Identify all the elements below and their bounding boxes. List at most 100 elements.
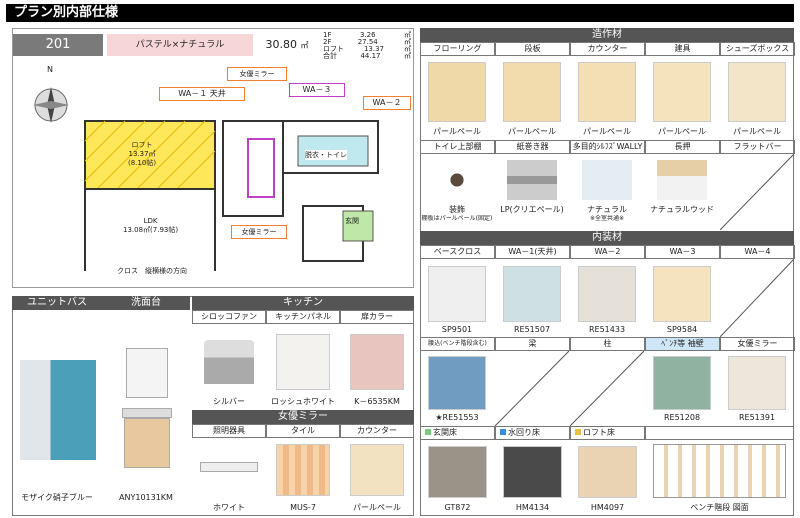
cross-direction-label: クロス 縦横様の方向 (117, 267, 187, 275)
kitchen-swatch (276, 334, 330, 390)
naiso-label: 腰込(ベンチ階段含む) (420, 337, 495, 351)
vanity-photo (120, 348, 174, 474)
unitbath-caption: モザイク硝子ブルー (21, 493, 93, 502)
zosaku-label: 建具 (645, 42, 720, 56)
zosaku-swatch (653, 62, 711, 122)
naiso-swatch (578, 446, 637, 498)
joyu-label: タイル (266, 424, 340, 438)
zosaku-item-photo (582, 160, 632, 200)
empty-cell-slash (720, 154, 794, 230)
naiso-swatch (503, 266, 561, 322)
area-total-value: 30.80 (265, 38, 298, 51)
naiso-label: 女優ミラー (720, 337, 795, 351)
compass-north-label: N (47, 65, 53, 74)
legend-dot (500, 429, 506, 435)
callout-wa1: WA－１ 天井 (159, 87, 245, 101)
zosaku-caption: パールペール (733, 127, 781, 136)
genkan-label: 玄関 (345, 217, 359, 225)
zosaku-label: 長押 (645, 140, 720, 154)
joyu-swatch (350, 444, 404, 496)
zosaku-item-photo (432, 160, 482, 200)
kitchen-caption: K－6535KM (354, 397, 400, 406)
naiso-caption: RE51507 (513, 325, 551, 334)
zosaku-swatch (578, 62, 636, 122)
naiso-swatch (653, 266, 711, 322)
naiso-caption: RE51208 (663, 413, 701, 422)
naiso-label (645, 426, 794, 440)
zosaku-swatch (728, 62, 786, 122)
naiso-label: 梁 (495, 337, 570, 351)
area-row: 合計 44.17 ㎡ (323, 52, 411, 60)
naiso-caption: RE51391 (738, 413, 776, 422)
naiso-caption: SP9584 (666, 325, 698, 334)
naiso-label-text: 玄関床 (433, 428, 457, 437)
page-title: プラン別内部仕様 (6, 4, 794, 22)
empty-cell-slash (495, 351, 569, 426)
area-total: 30.80 ㎡ (255, 34, 319, 56)
empty-cell-slash (720, 259, 794, 337)
empty-cell-slash (570, 351, 644, 426)
naiso-label: 水回り床 (495, 426, 570, 440)
naiso-label: WA－3 (645, 245, 720, 259)
kitchen-label: シロッコファン (192, 310, 266, 324)
callout-mirror-top: 女優ミラー (227, 67, 287, 81)
zosaku-label: シューズボックス (720, 42, 795, 56)
bath-label: 脱衣・トイレ (305, 150, 347, 160)
unitbath-photo (20, 360, 96, 460)
naiso-label: ベースクロス (420, 245, 495, 259)
zosaku-label: カウンター (570, 42, 645, 56)
zosaku-label: 段板 (495, 42, 570, 56)
kitchen-label: キッチンパネル (266, 310, 340, 324)
zosaku-item-photo (657, 160, 707, 200)
zosaku-caption: LP(クリエペール) (500, 205, 564, 214)
room-number: 201 (13, 34, 103, 56)
callout-mirror-bottom: 女優ミラー (231, 225, 287, 239)
zosaku-caption: パールペール (508, 127, 556, 136)
callout-wa2: WA－２ (363, 96, 411, 110)
naiso-swatch (428, 446, 487, 498)
joyu-caption: パールペール (353, 503, 401, 512)
joyu-caption: MUS-7 (290, 503, 316, 512)
joyu-caption: ホワイト (213, 503, 245, 512)
naiso-caption: HM4134 (515, 503, 550, 512)
naiso-caption: RE51433 (588, 325, 626, 334)
naiso-label: 柱 (570, 337, 645, 351)
zosaku-header: 造作材 (420, 28, 794, 42)
zosaku-item-photo (507, 160, 557, 200)
naiso-header: 内装材 (420, 231, 794, 245)
ldk-label: LDK 13.08㎡(7.93帖) (123, 217, 179, 234)
bench-stair-drawing (653, 444, 786, 498)
zosaku-label: トイレ上部棚 (420, 140, 495, 154)
rangehood-photo (204, 340, 254, 384)
naiso-label-text: 水回り床 (508, 428, 540, 437)
area-breakdown: 1F 3.26 ㎡ 2F 27.54 ㎡ ロフト 13.37 ㎡ 合計 44.17 ㎡ (323, 32, 411, 62)
floor-plan-panel: 201 パステル×ナチュラル 30.80 ㎡ 1F 3.26 ㎡ 2F 27.54 ㎡ … (12, 28, 414, 288)
naiso-label: 玄関床 (420, 426, 495, 440)
floor-plan-drawing (84, 120, 379, 271)
naiso-label: ロフト床 (570, 426, 645, 440)
zosaku-swatch (428, 62, 486, 122)
callout-wa3: WA－３ (289, 83, 345, 97)
zosaku-caption: パールペール (433, 127, 481, 136)
naiso-caption: ★RE51553 (435, 413, 479, 422)
joyu-swatch (276, 444, 330, 496)
naiso-label-text: ロフト床 (583, 428, 615, 437)
zosaku-label: フラットバー (720, 140, 795, 154)
kitchen-caption: ロッシュホワイト (271, 397, 335, 406)
kitchen-swatch (350, 334, 404, 390)
style-name: パステル×ナチュラル (107, 34, 253, 56)
zosaku-subcaption: ※全室共通※ (589, 215, 625, 222)
naiso-swatch (578, 266, 636, 322)
kitchen-caption: シルバー (213, 397, 245, 406)
naiso-caption: SP9501 (441, 325, 473, 334)
zosaku-swatch (503, 62, 561, 122)
naiso-swatch (728, 356, 786, 410)
senmen-header: 洗面台 (102, 296, 190, 310)
legend-dot (425, 429, 431, 435)
area-total-unit: ㎡ (300, 41, 309, 50)
naiso-caption: GT872 (444, 503, 471, 512)
compass-icon (33, 87, 69, 123)
naiso-swatch (428, 266, 486, 322)
unitbath-header: ユニットバス (12, 296, 102, 310)
joyu-header: 女優ミラー (192, 410, 414, 424)
